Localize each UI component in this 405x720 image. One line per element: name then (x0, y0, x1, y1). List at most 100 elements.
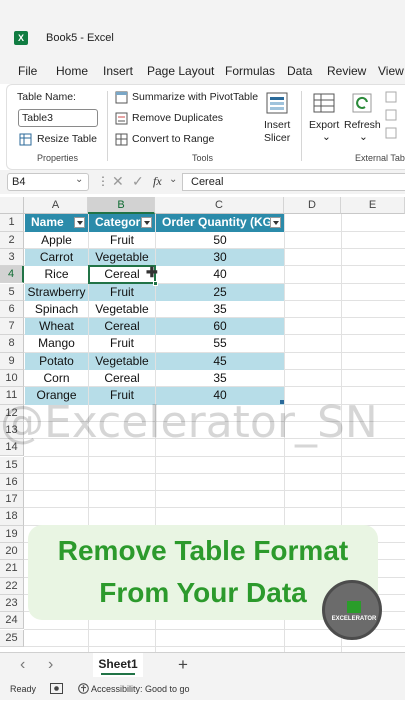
table-cell[interactable]: Mango (25, 335, 88, 352)
table-cell[interactable]: 45 (156, 352, 284, 370)
formula-input[interactable]: Cereal (182, 173, 405, 191)
scroll-tabs-right-icon[interactable]: › (48, 656, 53, 674)
filter-dropdown-icon[interactable] (74, 217, 85, 229)
table-cell[interactable]: 50 (156, 232, 284, 249)
row-header[interactable]: 6 (0, 300, 24, 319)
gridline (24, 645, 405, 647)
insert-slicer-button[interactable]: Insert Slicer (257, 89, 297, 149)
table-cell[interactable]: 60 (156, 318, 284, 336)
table-name-input[interactable]: Table3 (18, 109, 98, 127)
row-header[interactable]: 15 (0, 456, 24, 474)
tab-sheet1[interactable]: Sheet1 (93, 653, 143, 677)
enter-check-icon[interactable]: ✓ (132, 173, 144, 190)
remove-duplicates-label: Remove Duplicates (132, 112, 224, 124)
table-cell[interactable]: Apple (25, 232, 88, 249)
add-sheet-button[interactable]: + (178, 655, 188, 675)
table-cell[interactable]: Strawberry (25, 283, 88, 301)
row-header[interactable]: 16 (0, 473, 24, 492)
table-cell[interactable]: Cereal (89, 318, 155, 336)
column-header-b[interactable]: B (88, 197, 155, 214)
select-all-corner[interactable] (0, 197, 24, 214)
column-header-c[interactable]: C (155, 197, 284, 214)
column-header-a[interactable]: A (24, 197, 88, 214)
table-cell[interactable]: 25 (156, 283, 284, 301)
tab-data[interactable]: Data (287, 64, 312, 78)
table-cell[interactable]: 55 (156, 335, 284, 352)
row-header[interactable]: 19 (0, 525, 24, 543)
summarize-pivot-label: Summarize with PivotTable (132, 91, 259, 103)
banner-title-line-1: Remove Table Format (57, 535, 349, 566)
tab-review[interactable]: Review (327, 64, 366, 78)
column-header-e[interactable]: E (341, 197, 405, 214)
insert-function-icon[interactable]: fx (153, 174, 162, 189)
macro-record-icon[interactable] (50, 683, 63, 694)
sheet-tab-bar: ‹ › Sheet1 + (0, 652, 405, 678)
tab-home[interactable]: Home (56, 64, 88, 78)
menu-bar: File Home Insert Page Layout Formulas Da… (0, 60, 405, 84)
column-header-d[interactable]: D (284, 197, 341, 214)
accessibility-status[interactable]: Accessibility: Good to go (91, 684, 190, 694)
row-header[interactable]: 18 (0, 508, 24, 526)
row-header[interactable]: 1 (0, 214, 24, 232)
row-header[interactable]: 2 (0, 231, 24, 249)
table-header-category[interactable]: Categor (89, 214, 155, 232)
table-cell[interactable]: 40 (156, 266, 284, 283)
table-cell[interactable]: Cereal (89, 370, 155, 387)
table-cell[interactable]: 35 (156, 301, 284, 318)
table-cell[interactable]: Vegetable (89, 352, 155, 370)
filter-dropdown-icon[interactable] (141, 217, 152, 229)
table-header-order-quantity[interactable]: Order Quantity (KG (156, 214, 284, 232)
row-header[interactable]: 10 (0, 370, 24, 388)
row-header[interactable]: 21 (0, 560, 24, 578)
table-cell[interactable]: Spinach (25, 301, 88, 318)
tab-insert[interactable]: Insert (103, 64, 133, 78)
summarize-pivot-button[interactable]: Summarize with PivotTable (115, 90, 259, 106)
row-header[interactable]: 4 (0, 266, 24, 284)
chevron-down-icon[interactable]: ⌄ (75, 174, 83, 185)
header-label: Name (31, 215, 64, 230)
row-header[interactable]: 24 (0, 612, 24, 630)
export-button[interactable]: Export ⌄ (307, 89, 343, 149)
table-cell[interactable]: Vegetable (89, 301, 155, 318)
accessibility-icon[interactable] (78, 683, 89, 694)
row-header[interactable]: 3 (0, 248, 24, 267)
row-header[interactable]: 7 (0, 318, 24, 336)
excelerator-logo: EXCELERATOR (322, 580, 382, 640)
row-header[interactable]: 5 (0, 283, 24, 301)
table-cell[interactable]: Corn (25, 370, 88, 387)
more-options-icon[interactable]: ⋮ (97, 174, 109, 188)
scroll-tabs-left-icon[interactable]: ‹ (20, 656, 25, 674)
remove-duplicates-button[interactable]: Remove Duplicates (115, 111, 235, 127)
row-header[interactable]: 9 (0, 352, 24, 370)
refresh-button[interactable]: Refresh ⌄ (343, 89, 383, 149)
filter-dropdown-icon[interactable] (270, 217, 281, 229)
table-cell[interactable]: Rice (25, 266, 88, 283)
excel-logo-icon: X (14, 31, 28, 45)
table-header-name[interactable]: Name (25, 214, 88, 232)
status-bar: Ready Accessibility: Good to go (0, 678, 405, 700)
row-header[interactable]: 20 (0, 543, 24, 561)
tab-view[interactable]: View (378, 64, 404, 78)
row-header[interactable]: 8 (0, 335, 24, 353)
table-cell[interactable]: Fruit (89, 283, 155, 301)
row-header[interactable]: 25 (0, 629, 24, 647)
fill-handle[interactable] (153, 281, 158, 286)
chevron-down-icon[interactable]: ⌄ (169, 174, 177, 185)
resize-table-button[interactable]: Resize Table (19, 132, 109, 148)
convert-to-range-button[interactable]: Convert to Range (115, 132, 225, 148)
tab-formulas[interactable]: Formulas (225, 64, 275, 78)
table-cell[interactable]: Potato (25, 352, 88, 370)
row-header[interactable]: 22 (0, 577, 24, 595)
tab-page-layout[interactable]: Page Layout (147, 64, 214, 78)
cancel-icon[interactable]: ✕ (112, 173, 124, 190)
row-header[interactable]: 23 (0, 594, 24, 613)
table-cell[interactable]: 30 (156, 248, 284, 267)
table-cell[interactable]: Carrot (25, 248, 88, 267)
table-cell[interactable]: 35 (156, 370, 284, 387)
table-cell[interactable]: Fruit (89, 335, 155, 352)
row-header[interactable]: 17 (0, 491, 24, 509)
tab-file[interactable]: File (18, 64, 37, 78)
table-cell[interactable]: Fruit (89, 232, 155, 249)
table-cell[interactable]: Wheat (25, 318, 88, 336)
refresh-icon (352, 93, 372, 113)
